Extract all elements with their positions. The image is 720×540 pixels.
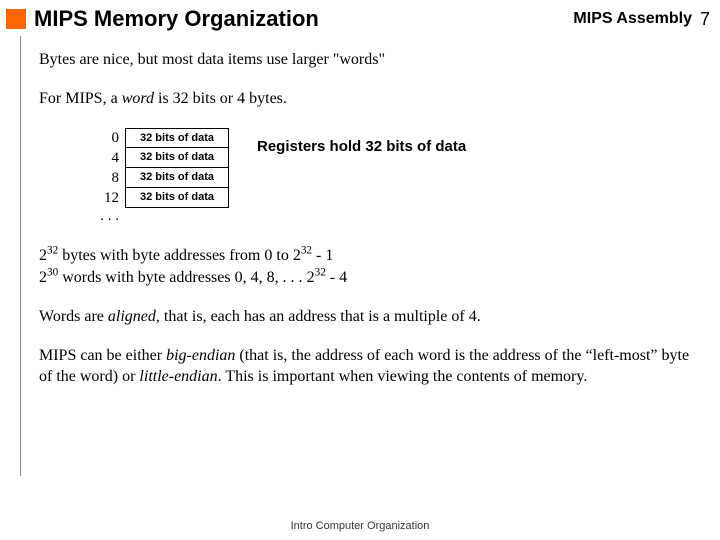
content-area: Bytes are nice, but most data items use … <box>0 36 720 476</box>
memory-cell: 32 bits of data <box>125 187 229 208</box>
big-endian-italic: big-endian <box>166 347 235 364</box>
memory-cell: 32 bits of data <box>125 147 229 168</box>
text: - 4 <box>326 269 347 286</box>
memory-cell: 32 bits of data <box>125 128 229 148</box>
memory-cell: 32 bits of data <box>125 167 229 188</box>
text: 2 <box>39 247 47 264</box>
intro-line-1: Bytes are nice, but most data items use … <box>39 50 702 71</box>
word-italic: word <box>122 90 154 107</box>
text: - 1 <box>312 247 333 264</box>
text: bytes with byte addresses from 0 to 2 <box>58 247 301 264</box>
table-row: 4 32 bits of data <box>99 148 229 168</box>
memory-diagram: 0 32 bits of data 4 32 bits of data 8 32… <box>99 128 702 228</box>
address-space-line-1: 232 bytes with byte addresses from 0 to … <box>39 246 702 267</box>
orange-square-icon <box>6 9 26 29</box>
text: MIPS can be either <box>39 347 166 364</box>
aligned-italic: aligned <box>108 308 156 325</box>
slide-footer: Intro Computer Organization <box>0 520 720 532</box>
slide-title: MIPS Memory Organization <box>34 6 573 32</box>
address-label: 12 <box>99 188 125 208</box>
exponent: 32 <box>301 244 312 256</box>
table-row: 0 32 bits of data <box>99 128 229 148</box>
content-box: Bytes are nice, but most data items use … <box>20 36 710 476</box>
text: 2 <box>39 269 47 286</box>
table-row: 8 32 bits of data <box>99 168 229 188</box>
page-number: 7 <box>700 9 710 30</box>
exponent: 32 <box>315 267 326 279</box>
exponent: 30 <box>47 267 58 279</box>
slide-header: MIPS Memory Organization MIPS Assembly 7 <box>0 0 720 36</box>
memory-table: 0 32 bits of data 4 32 bits of data 8 32… <box>99 128 229 228</box>
ellipsis: . . . <box>99 208 125 228</box>
text: words with byte addresses 0, 4, 8, . . .… <box>58 269 314 286</box>
little-endian-italic: little-endian <box>139 368 217 385</box>
address-label: 4 <box>99 148 125 168</box>
topic-label: MIPS Assembly <box>573 10 692 28</box>
register-note: Registers hold 32 bits of data <box>257 138 466 155</box>
endian-line: MIPS can be either big-endian (that is, … <box>39 346 702 388</box>
aligned-line: Words are aligned, that is, each has an … <box>39 307 702 328</box>
address-space-line-2: 230 words with byte addresses 0, 4, 8, .… <box>39 268 702 289</box>
text: For MIPS, a <box>39 90 122 107</box>
text: is 32 bits or 4 bytes. <box>154 90 287 107</box>
text: , that is, each has an address that is a… <box>156 308 481 325</box>
exponent: 32 <box>47 244 58 256</box>
address-label: 8 <box>99 168 125 188</box>
table-row: 12 32 bits of data <box>99 188 229 208</box>
table-row: . . . <box>99 208 229 228</box>
text: . This is important when viewing the con… <box>218 368 588 385</box>
intro-line-2: For MIPS, a word is 32 bits or 4 bytes. <box>39 89 702 110</box>
text: Words are <box>39 308 108 325</box>
address-label: 0 <box>99 128 125 148</box>
